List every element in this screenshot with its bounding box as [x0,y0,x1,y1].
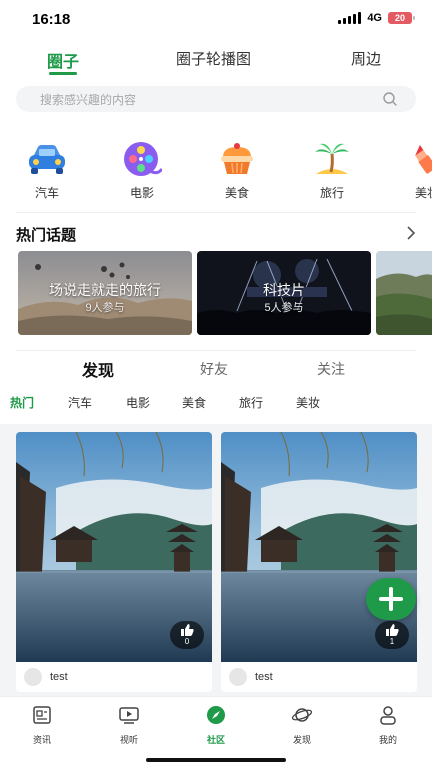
category-label: 美妆 [414,186,432,200]
topic-image-landscape [376,251,432,335]
avatar[interactable] [24,668,42,686]
tab-circle[interactable]: 圈子 [47,48,79,72]
signal-icon [338,12,362,24]
lipstick-icon [415,145,432,174]
category-label: 电影 [129,186,154,200]
network-type: 4G [367,12,382,24]
subtab-movie[interactable]: 电影 [126,394,150,411]
create-post-button[interactable] [366,578,416,620]
author-name: test [50,671,68,683]
search-bar[interactable] [16,86,416,112]
subtab-hot[interactable]: 热门 [10,394,34,411]
compass-icon [207,706,225,724]
hot-topics-title: 热门话题 [16,227,77,244]
nav-news[interactable]: 资讯 [12,705,72,746]
category-car[interactable]: 汽车 [15,140,79,201]
tab-discover[interactable]: 发现 [82,357,114,381]
category-food[interactable]: 美食 [205,140,269,201]
category-makeup[interactable]: 美妆 [395,140,432,201]
category-label: 旅行 [319,186,344,200]
plus-icon [379,587,403,611]
nav-label: 发现 [292,735,311,745]
hot-topic-card[interactable]: 科技片 5人参与 [197,251,371,335]
topic-participants: 9人参与 [85,302,125,314]
tab-circle-carousel[interactable]: 圈子轮播图 [176,48,251,69]
chevron-right-icon[interactable] [406,226,416,240]
status-bar: 16:18 4G 20 [0,0,432,40]
divider [16,212,416,213]
nav-label: 我的 [378,735,397,745]
film-reel-icon [124,142,162,176]
subcategory-tabs: 热门 汽车 电影 美食 旅行 美妆 [0,393,432,413]
palm-tree-icon [315,143,349,174]
feed-tabs: 发现 好友 关注 [0,356,432,382]
topic-title: 场说走就走的旅行 [49,282,161,298]
subtab-makeup[interactable]: 美妆 [296,394,320,411]
post-author[interactable]: test [16,664,212,690]
topic-participants: 5人参与 [264,302,304,314]
topic-title: 科技片 [263,282,305,298]
hot-topic-card[interactable]: 场说走就走的旅行 9人参与 [18,251,192,335]
car-icon [29,145,65,174]
author-name: test [255,671,273,683]
news-icon [33,706,51,724]
nav-community[interactable]: 社区 [186,705,246,746]
post-card[interactable]: 1 test [221,432,417,692]
search-icon[interactable] [382,91,398,107]
nav-profile[interactable]: 我的 [358,705,418,746]
category-label: 美食 [224,186,249,200]
tab-friends[interactable]: 好友 [200,359,228,379]
post-author[interactable]: test [221,664,417,690]
subtab-food[interactable]: 美食 [182,394,206,411]
tab-following[interactable]: 关注 [317,359,345,379]
hot-topic-card[interactable] [376,251,432,335]
category-label: 汽车 [34,186,59,200]
subtab-car[interactable]: 汽车 [68,394,92,411]
battery-icon: 20 [388,12,415,24]
subtab-travel[interactable]: 旅行 [239,394,263,411]
active-tab-indicator [49,72,77,75]
category-movie[interactable]: 电影 [110,140,174,201]
search-input[interactable] [38,90,372,110]
video-icon [119,707,139,724]
nav-label: 视听 [119,735,138,745]
home-indicator [146,758,286,762]
category-row: 汽车 电影 美食 旅行 美 [0,140,432,206]
cake-icon [221,143,253,174]
nav-label: 社区 [206,735,225,745]
nav-video[interactable]: 视听 [99,705,159,746]
planet-icon [291,708,313,722]
like-count: 1 [389,637,395,646]
category-travel[interactable]: 旅行 [300,140,364,201]
like-button[interactable]: 0 [170,621,204,649]
nav-label: 资讯 [32,735,51,745]
like-button[interactable]: 1 [375,621,409,649]
like-count: 0 [184,637,190,646]
status-time: 16:18 [32,11,71,28]
status-indicators: 4G 20 [338,12,415,24]
thumbs-up-icon [386,624,399,636]
post-card[interactable]: 0 test [16,432,212,692]
tab-nearby[interactable]: 周边 [351,48,381,69]
nav-discover[interactable]: 发现 [272,705,332,746]
profile-icon [380,706,396,725]
divider [16,350,416,351]
avatar[interactable] [229,668,247,686]
thumbs-up-icon [181,624,194,636]
